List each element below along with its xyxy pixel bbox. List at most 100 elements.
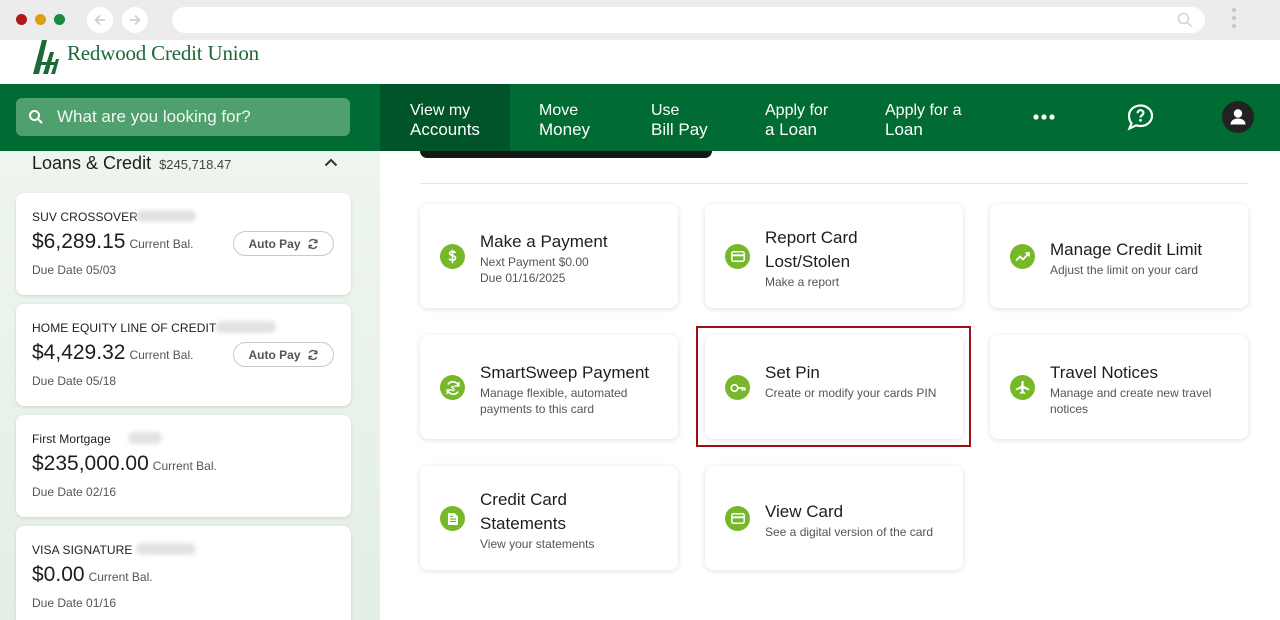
redwood-logo-icon[interactable] (33, 40, 63, 74)
nav-apply-loan[interactable]: Apply for a Loan (765, 84, 875, 151)
tile-description: Make a report (765, 275, 840, 289)
document-icon (440, 506, 465, 531)
tile-description: View your statements (480, 537, 595, 551)
account-name: VISA SIGNATURE (32, 543, 133, 557)
account-number-masked (216, 321, 276, 333)
nav-label-line1: Move (539, 102, 579, 119)
view-card-tile[interactable]: View Card See a digital version of the c… (705, 466, 963, 570)
arrow-right-icon (130, 14, 141, 26)
airplane-icon (1010, 375, 1035, 400)
brand-name[interactable]: Redwood Credit Union (67, 41, 259, 66)
search-icon (29, 110, 43, 124)
tile-title: SmartSweep Payment (480, 363, 650, 382)
auto-pay-button[interactable]: Auto Pay (233, 231, 334, 256)
due-date: Due Date 01/16 (32, 596, 117, 610)
travel-notices-tile[interactable]: Travel Notices Manage and create new tra… (990, 335, 1248, 439)
account-balance: $0.00 (32, 563, 85, 586)
card-icon (725, 244, 750, 269)
account-card[interactable]: VISA SIGNATURE $0.00 Current Bal. Due Dat… (16, 526, 351, 620)
manage-credit-limit-tile[interactable]: Manage Credit Limit Adjust the limit on … (990, 204, 1248, 308)
card-icon (725, 506, 750, 531)
due-date: Due Date 05/18 (32, 374, 117, 388)
nav-label-line2: a Loan (765, 120, 817, 139)
window-close-dot[interactable] (16, 14, 27, 25)
nav-label-line1: Apply for a (885, 102, 962, 119)
nav-label-line1: View my (410, 102, 471, 119)
refresh-icon (307, 238, 318, 249)
nav-view-accounts[interactable]: View my Accounts (380, 84, 510, 151)
help-chat-icon[interactable] (1126, 103, 1155, 131)
account-balance: $6,289.15 (32, 230, 126, 253)
more-dots-icon[interactable] (1033, 114, 1055, 120)
due-date: Due Date 02/16 (32, 485, 117, 499)
logo-bar: Redwood Credit Union (0, 40, 1280, 84)
card-actions-panel: Make a Payment Next Payment $0.00 Due 01… (380, 151, 1280, 620)
user-avatar-icon[interactable] (1222, 101, 1254, 133)
nav-bill-pay[interactable]: Use Bill Pay (651, 84, 751, 151)
chevron-up-icon[interactable] (324, 157, 338, 167)
account-number-masked (136, 210, 196, 222)
account-number-masked (136, 543, 196, 555)
refresh-icon (307, 349, 318, 360)
browser-menu-icon[interactable] (1230, 8, 1238, 34)
account-balance: $235,000.00 (32, 452, 149, 475)
account-name: First Mortgage (32, 432, 111, 446)
sidebar-total: $245,718.47 (159, 157, 232, 172)
search-placeholder: What are you looking for? (57, 107, 251, 126)
tile-description: See a digital version of the card (765, 525, 934, 539)
sidebar-header[interactable]: Loans & Credit $245,718.47 (32, 153, 231, 174)
auto-pay-label: Auto Pay (248, 236, 301, 251)
nav-label-line1: Use (651, 102, 680, 119)
forward-button[interactable] (122, 7, 148, 33)
tile-title: Credit Card Statements (480, 490, 567, 533)
make-payment-tile[interactable]: Make a Payment Next Payment $0.00 Due 01… (420, 204, 678, 308)
balance-note: Current Bal. (152, 459, 217, 473)
balance-note: Current Bal. (129, 237, 194, 251)
report-lost-card-tile[interactable]: Report Card Lost/Stolen Make a report (705, 204, 963, 308)
tile-title: Travel Notices (1050, 363, 1159, 382)
address-bar[interactable] (172, 7, 1205, 33)
credit-card-statements-tile[interactable]: Credit Card Statements View your stateme… (420, 466, 678, 570)
account-number-masked (128, 432, 162, 444)
arrow-left-icon (94, 14, 105, 26)
nav-label-line1: Apply for (765, 102, 829, 119)
tile-description: Due 01/16/2025 (480, 271, 566, 285)
tile-description: Adjust the limit on your card (1050, 263, 1199, 277)
smartsweep-payment-tile[interactable]: $ SmartSweep Payment Manage flexible, au… (420, 335, 678, 439)
nav-label-line2: Accounts (410, 120, 480, 139)
sweep-icon: $ (440, 375, 465, 400)
set-pin-highlight (696, 326, 971, 447)
search-icon (1177, 12, 1193, 28)
due-date: Due Date 05/03 (32, 263, 117, 277)
credit-card-image (420, 151, 712, 158)
browser-chrome (0, 0, 1280, 40)
window-minimize-dot[interactable] (35, 14, 46, 25)
trend-icon (1010, 244, 1035, 269)
auto-pay-button[interactable]: Auto Pay (233, 342, 334, 367)
nav-label-line2: Loan (885, 120, 923, 139)
tile-title: Manage Credit Limit (1050, 240, 1203, 259)
tile-title: View Card (765, 502, 844, 521)
back-button[interactable] (87, 7, 113, 33)
balance-note: Current Bal. (129, 348, 194, 362)
auto-pay-label: Auto Pay (248, 347, 301, 362)
tile-description: Manage and create new travel notices (1050, 386, 1212, 416)
window-maximize-dot[interactable] (54, 14, 65, 25)
account-balance: $4,429.32 (32, 341, 126, 364)
account-name: HOME EQUITY LINE OF CREDIT (32, 321, 217, 335)
account-card[interactable]: First Mortgage $235,000.00 Current Bal. D… (16, 415, 351, 517)
account-card[interactable]: HOME EQUITY LINE OF CREDIT $4,429.32 Curr… (16, 304, 351, 406)
nav-move-money[interactable]: Move Money (539, 84, 639, 151)
account-card[interactable]: SUV CROSSOVER $6,289.15 Current Bal. Due … (16, 193, 351, 295)
divider (420, 183, 1248, 184)
site-search-input[interactable]: What are you looking for? (16, 98, 350, 136)
account-name: SUV CROSSOVER (32, 210, 138, 224)
nav-apply-for-a-loan[interactable]: Apply for a Loan (885, 84, 995, 151)
nav-label-line2: Money (539, 120, 591, 139)
nav-label-line2: Bill Pay (651, 120, 708, 139)
top-navigation: What are you looking for? View my Accoun… (0, 84, 1280, 151)
tile-description: Manage flexible, automated payments to t… (480, 386, 628, 416)
tile-description: Next Payment $0.00 (480, 255, 589, 269)
balance-note: Current Bal. (88, 570, 153, 584)
sidebar-title: Loans & Credit (32, 153, 152, 173)
